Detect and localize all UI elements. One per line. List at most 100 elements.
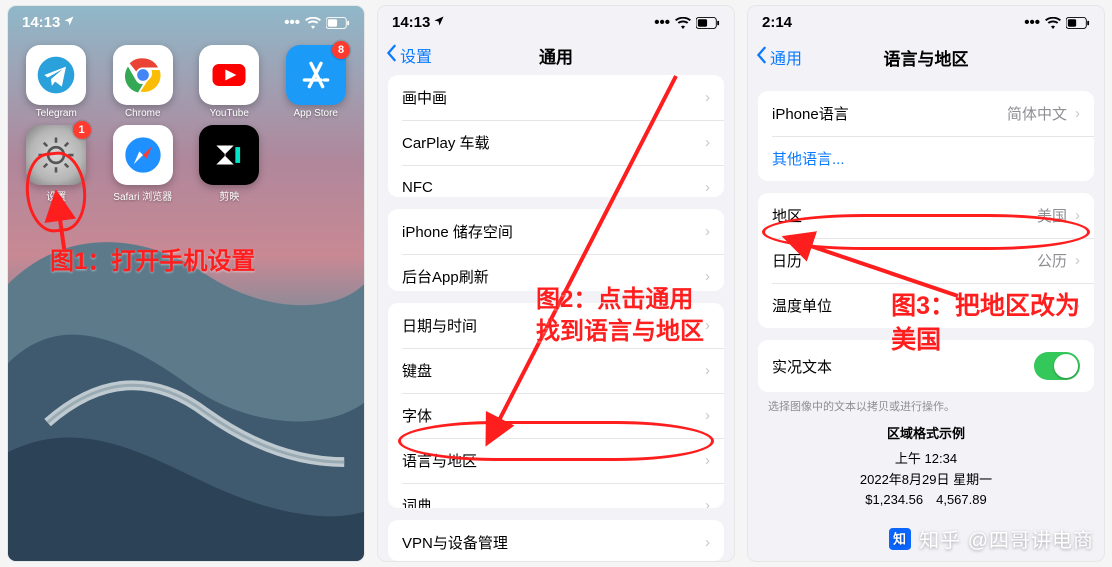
location-icon — [63, 14, 75, 31]
settings-group: VPN与设备管理› — [388, 520, 724, 561]
settings-group: iPhone语言 简体中文› 其他语言... — [758, 91, 1094, 181]
live-text-toggle[interactable] — [1034, 352, 1080, 380]
app-capcut[interactable]: 剪映 — [189, 125, 270, 203]
row-vpn-device-mgmt[interactable]: VPN与设备管理› — [388, 520, 724, 561]
row-dictionary[interactable]: 词典› — [388, 483, 724, 508]
settings-group: 实况文本 — [758, 340, 1094, 392]
dots-icon: ••• — [1024, 14, 1040, 31]
status-time: 14:13 — [22, 14, 60, 31]
row-label: CarPlay 车载 — [402, 132, 490, 153]
row-nfc[interactable]: NFC › — [388, 165, 724, 197]
row-detail: 公历 — [1037, 250, 1067, 271]
wifi-icon — [305, 17, 321, 29]
chevron-right-icon: › — [705, 89, 710, 106]
badge: 8 — [332, 41, 350, 59]
app-safari[interactable]: Safari 浏览器 — [103, 125, 184, 203]
wifi-icon — [1045, 17, 1061, 29]
chevron-right-icon: › — [705, 452, 710, 469]
row-label: 日期与时间 — [402, 315, 477, 336]
settings-group: 画中画 › CarPlay 车载› NFC › — [388, 75, 724, 197]
region-format-example: 区域格式示例 上午 12:34 2022年8月29日 星期一 $1,234.56… — [748, 414, 1104, 525]
row-keyboard[interactable]: 键盘 › — [388, 348, 724, 393]
app-label: Chrome — [125, 108, 161, 119]
chevron-right-icon: › — [705, 497, 710, 508]
row-other-languages[interactable]: 其他语言... — [758, 136, 1094, 181]
nav-bar: 通用 语言与地区 — [748, 35, 1104, 79]
chevron-right-icon: › — [705, 268, 710, 285]
location-icon — [433, 14, 445, 31]
safari-icon — [113, 125, 173, 185]
row-label: 地区 — [772, 205, 802, 226]
row-calendar[interactable]: 日历 公历 › — [758, 238, 1094, 283]
chevron-right-icon: › — [1075, 252, 1080, 269]
chevron-right-icon: › — [705, 362, 710, 379]
row-label: 温度单位 — [772, 295, 832, 316]
chevron-right-icon: › — [1075, 297, 1080, 314]
row-temperature-unit[interactable]: 温度单位 › — [758, 283, 1094, 328]
row-iphone-language[interactable]: iPhone语言 简体中文› — [758, 91, 1094, 136]
app-label: Safari 浏览器 — [113, 188, 172, 203]
example-header: 区域格式示例 — [748, 424, 1104, 445]
chevron-right-icon: › — [705, 223, 710, 240]
app-settings[interactable]: 1 设置 — [16, 125, 97, 203]
app-appstore[interactable]: 8 App Store — [276, 45, 357, 119]
row-label: 语言与地区 — [402, 450, 477, 471]
app-label: 设置 — [46, 188, 66, 203]
nav-title: 语言与地区 — [748, 45, 1104, 70]
row-iphone-storage[interactable]: iPhone 储存空间 › — [388, 209, 724, 254]
row-label: 画中画 — [402, 87, 447, 108]
row-detail: 美国 — [1037, 205, 1067, 226]
settings-group: 地区 美国 › 日历 公历 › 温度单位 › — [758, 193, 1094, 328]
battery-icon — [696, 17, 720, 29]
row-label: NFC — [402, 179, 433, 196]
status-indicators: ••• — [284, 14, 350, 31]
chevron-right-icon: › — [705, 407, 710, 424]
settings-group: 日期与时间 › 键盘 › 字体 › 语言与地区 › 词典› — [388, 303, 724, 508]
row-region[interactable]: 地区 美国 › — [758, 193, 1094, 238]
footer-note: 选择图像中的文本以拷贝或进行操作。 — [748, 392, 1104, 414]
row-background-refresh[interactable]: 后台App刷新 › — [388, 254, 724, 291]
row-label: 字体 — [402, 405, 432, 426]
watermark-text: 知乎 @四哥讲电商 — [919, 524, 1094, 553]
chevron-right-icon: › — [1075, 207, 1080, 224]
row-label: 实况文本 — [772, 356, 832, 377]
app-label: 剪映 — [219, 188, 239, 203]
dots-icon: ••• — [654, 14, 670, 31]
nav-title: 通用 — [378, 43, 734, 68]
chevron-right-icon: › — [705, 179, 710, 196]
app-label: YouTube — [210, 108, 249, 119]
app-label: App Store — [294, 108, 338, 119]
status-time: 14:13 — [392, 14, 430, 31]
iphone-language-region: 2:14 ••• 通用 语言与地区 iPhone语言 简体中文› 其他语言... — [748, 6, 1104, 561]
watermark: 知 知乎 @四哥讲电商 — [889, 524, 1094, 553]
row-fonts[interactable]: 字体 › — [388, 393, 724, 438]
example-line: 上午 12:34 — [748, 449, 1104, 470]
row-label: 键盘 — [402, 360, 432, 381]
row-label: iPhone语言 — [772, 103, 849, 124]
row-label: 日历 — [772, 250, 802, 271]
chevron-right-icon: › — [705, 317, 710, 334]
app-youtube[interactable]: YouTube — [189, 45, 270, 119]
status-bar: 14:13 ••• — [8, 6, 364, 35]
wallpaper-shapes — [8, 176, 364, 561]
app-chrome[interactable]: Chrome — [103, 45, 184, 119]
row-label: 后台App刷新 — [402, 266, 489, 287]
annotation-arrow — [50, 200, 80, 265]
row-carplay[interactable]: CarPlay 车载› — [388, 120, 724, 165]
row-date-time[interactable]: 日期与时间 › — [388, 303, 724, 348]
row-label: VPN与设备管理 — [402, 532, 508, 553]
badge: 1 — [73, 121, 91, 139]
row-picture-in-picture[interactable]: 画中画 › — [388, 75, 724, 120]
telegram-icon — [26, 45, 86, 105]
svg-text:知: 知 — [893, 531, 907, 546]
row-label: iPhone 储存空间 — [402, 221, 513, 242]
app-label: Telegram — [36, 108, 77, 119]
row-language-region[interactable]: 语言与地区 › — [388, 438, 724, 483]
chevron-right-icon: › — [1075, 105, 1080, 122]
chrome-icon — [113, 45, 173, 105]
status-bar: 14:13 ••• — [378, 6, 734, 35]
status-indicators: ••• — [1024, 14, 1090, 31]
row-live-text[interactable]: 实况文本 — [758, 340, 1094, 392]
youtube-icon — [199, 45, 259, 105]
app-telegram[interactable]: Telegram — [16, 45, 97, 119]
